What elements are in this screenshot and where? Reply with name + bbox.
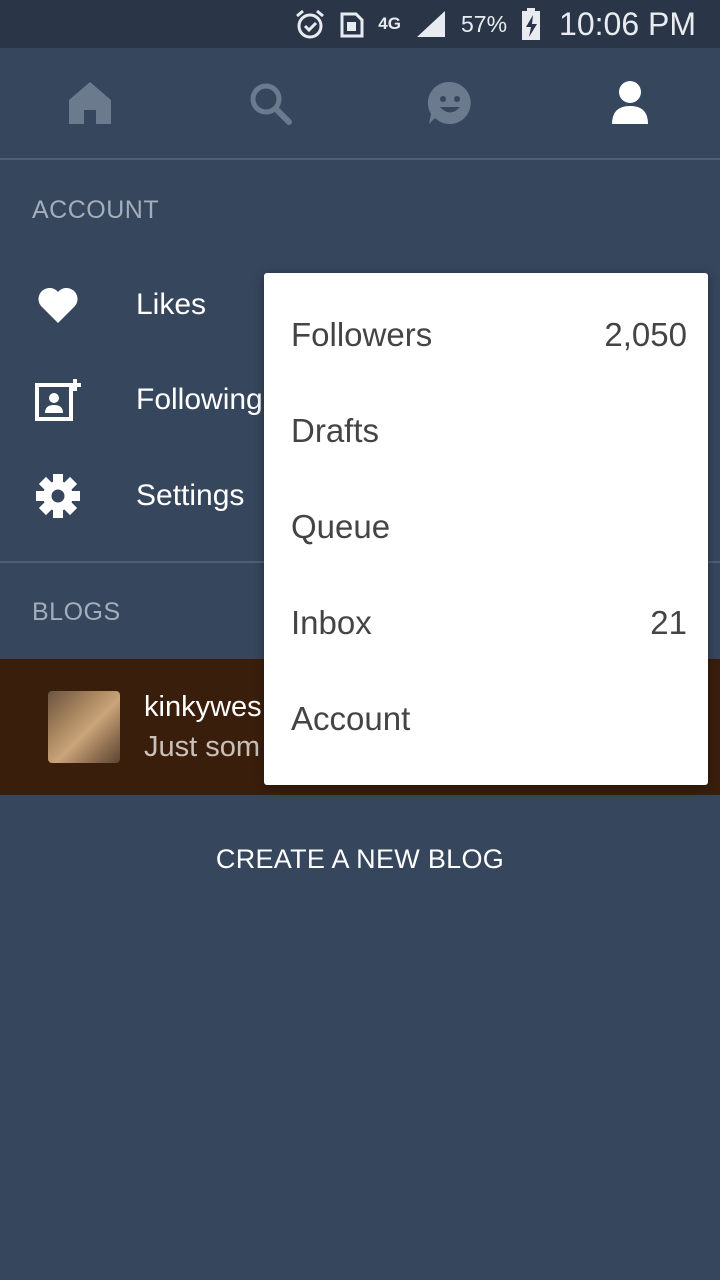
- popup-item-inbox[interactable]: Inbox 21: [264, 575, 708, 671]
- alarm-icon: [294, 8, 326, 40]
- popup-item-label: Drafts: [291, 412, 380, 449]
- popup-item-followers[interactable]: Followers 2,050: [264, 287, 708, 383]
- sim-lock-icon: [340, 10, 364, 38]
- 4g-data-icon: 4G: [378, 14, 401, 33]
- search-icon: [250, 83, 292, 125]
- blog-description: Just som: [144, 731, 261, 763]
- home-icon: [69, 82, 111, 124]
- tab-account[interactable]: [540, 48, 720, 158]
- following-icon: [0, 377, 116, 423]
- popup-item-label: Followers: [291, 316, 433, 353]
- followers-count: 2,050: [604, 316, 687, 353]
- popup-item-drafts[interactable]: Drafts: [264, 383, 708, 479]
- signal-icon: [415, 9, 447, 39]
- menu-item-label: Settings: [136, 479, 245, 512]
- blog-avatar: [48, 691, 120, 763]
- menu-item-label: Likes: [136, 288, 207, 321]
- inbox-count: 21: [650, 604, 687, 641]
- popup-menu: Followers 2,050 Drafts Queue Inbox 21 Ac…: [264, 273, 708, 785]
- account-section-header: ACCOUNT: [32, 196, 160, 224]
- heart-icon: [0, 285, 116, 325]
- activity-face-icon: [427, 81, 471, 124]
- menu-item-label: Following: [136, 383, 263, 416]
- blog-name: kinkywes: [144, 691, 262, 723]
- status-bar: 4G 57% 10:06 PM: [0, 0, 720, 48]
- blogs-section-header: BLOGS: [32, 598, 121, 626]
- tab-home[interactable]: [0, 48, 180, 158]
- battery-percent: 57%: [460, 10, 508, 37]
- clock: 10:06 PM: [559, 5, 696, 42]
- gear-icon: [0, 473, 116, 519]
- popup-item-queue[interactable]: Queue: [264, 479, 708, 575]
- popup-item-label: Inbox: [291, 604, 372, 641]
- create-new-blog-button[interactable]: CREATE A NEW BLOG: [0, 844, 720, 875]
- popup-item-account[interactable]: Account: [264, 671, 708, 767]
- battery-charging-icon: [521, 8, 541, 40]
- top-navigation: [0, 48, 720, 160]
- tab-search[interactable]: [180, 48, 360, 158]
- popup-item-label: Account: [291, 700, 411, 737]
- tab-activity[interactable]: [360, 48, 540, 158]
- popup-item-label: Queue: [291, 508, 391, 545]
- account-person-icon: [612, 81, 648, 124]
- network-type: 4G: [378, 14, 401, 33]
